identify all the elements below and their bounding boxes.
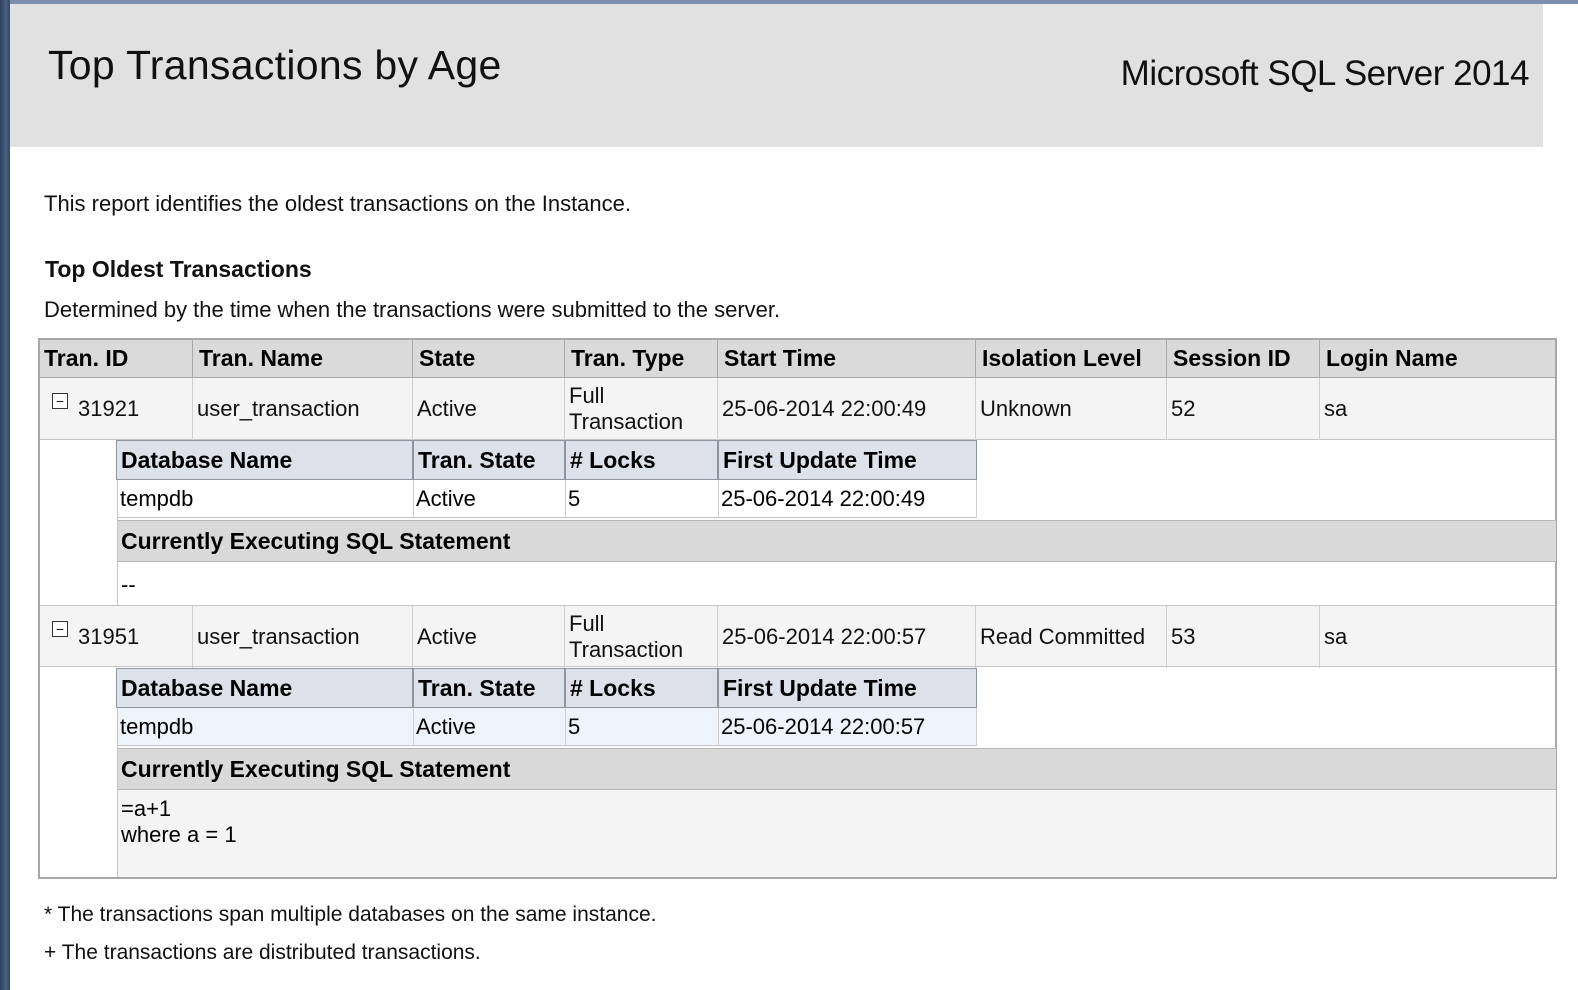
collapse-toggle-icon[interactable]: − <box>52 621 68 637</box>
col-header-start-time[interactable]: Start Time <box>718 340 976 378</box>
state: Active <box>413 606 565 668</box>
sub-header-tran-state[interactable]: Tran. State <box>413 440 565 480</box>
col-header-tran-id[interactable]: Tran. ID <box>40 340 193 378</box>
tran-id-cell: − 31951 <box>40 606 193 668</box>
sub-header-first-update-time[interactable]: First Update Time <box>718 668 977 708</box>
section-title: Top Oldest Transactions <box>45 256 312 282</box>
tran-name: user_transaction <box>193 378 413 440</box>
col-header-tran-name[interactable]: Tran. Name <box>193 340 413 378</box>
sql-statement-text: =a+1 where a = 1 <box>118 790 1556 877</box>
report-description: This report identifies the oldest transa… <box>44 191 631 216</box>
tran-id-cell: − 31921 <box>40 378 193 440</box>
tran-type: Full Transaction <box>565 606 718 668</box>
database-name: tempdb <box>118 480 414 518</box>
col-header-state[interactable]: State <box>413 340 565 378</box>
isolation-level: Unknown <box>976 378 1167 440</box>
table-row: − 31951 user_transaction Active Full Tra… <box>40 605 1555 668</box>
col-header-login-name[interactable]: Login Name <box>1320 340 1555 378</box>
tran-state: Active <box>414 708 566 746</box>
start-time: 25-06-2014 22:00:49 <box>718 378 976 440</box>
tran-type: Full Transaction <box>565 378 718 440</box>
col-header-isolation-level[interactable]: Isolation Level <box>976 340 1167 378</box>
tran-name: user_transaction <box>193 606 413 668</box>
database-name: tempdb <box>118 708 414 746</box>
isolation-level: Read Committed <box>976 606 1167 668</box>
sub-header-tran-state[interactable]: Tran. State <box>413 668 565 708</box>
tran-id: 31951 <box>78 624 140 649</box>
transactions-table: Tran. ID Tran. Name State Tran. Type Sta… <box>38 338 1557 879</box>
tran-state: Active <box>414 480 566 518</box>
col-header-session-id[interactable]: Session ID <box>1167 340 1320 378</box>
sub-header-database-name[interactable]: Database Name <box>116 440 413 480</box>
session-id: 52 <box>1167 378 1320 440</box>
first-update-time: 25-06-2014 22:00:49 <box>719 480 977 518</box>
start-time: 25-06-2014 22:00:57 <box>718 606 976 668</box>
tran-id: 31921 <box>78 396 140 421</box>
footnote-distributed: + The transactions are distributed trans… <box>44 941 481 964</box>
product-name: Microsoft SQL Server 2014 <box>1120 54 1530 93</box>
col-header-tran-type[interactable]: Tran. Type <box>565 340 718 378</box>
first-update-time: 25-06-2014 22:00:57 <box>719 708 977 746</box>
login-name: sa <box>1324 624 1348 649</box>
sub-header-first-update-time[interactable]: First Update Time <box>718 440 977 480</box>
table-row: − 31921 user_transaction Active Full Tra… <box>40 378 1555 440</box>
transaction-details: Database Name Tran. State # Locks First … <box>116 668 1556 877</box>
sql-statement-text: -- <box>121 572 136 597</box>
report-header: Top Transactions by Age Microsoft SQL Se… <box>10 4 1543 147</box>
sql-statement-header: Currently Executing SQL Statement <box>118 520 1556 562</box>
sql-statement-header: Currently Executing SQL Statement <box>118 748 1556 790</box>
lock-count: 5 <box>566 480 719 518</box>
lock-count: 5 <box>566 708 719 746</box>
state: Active <box>413 378 565 440</box>
session-id: 53 <box>1167 606 1320 668</box>
report-title: Top Transactions by Age <box>48 42 502 88</box>
sub-header-locks[interactable]: # Locks <box>565 440 718 480</box>
footnote-multi-database: * The transactions span multiple databas… <box>44 903 657 926</box>
transaction-details: Database Name Tran. State # Locks First … <box>116 440 1556 605</box>
section-subtitle: Determined by the time when the transact… <box>44 297 781 322</box>
window-left-border <box>0 0 10 990</box>
sub-header-database-name[interactable]: Database Name <box>116 668 413 708</box>
sub-header-locks[interactable]: # Locks <box>565 668 718 708</box>
collapse-toggle-icon[interactable]: − <box>52 393 68 409</box>
login-name: sa <box>1324 396 1348 421</box>
